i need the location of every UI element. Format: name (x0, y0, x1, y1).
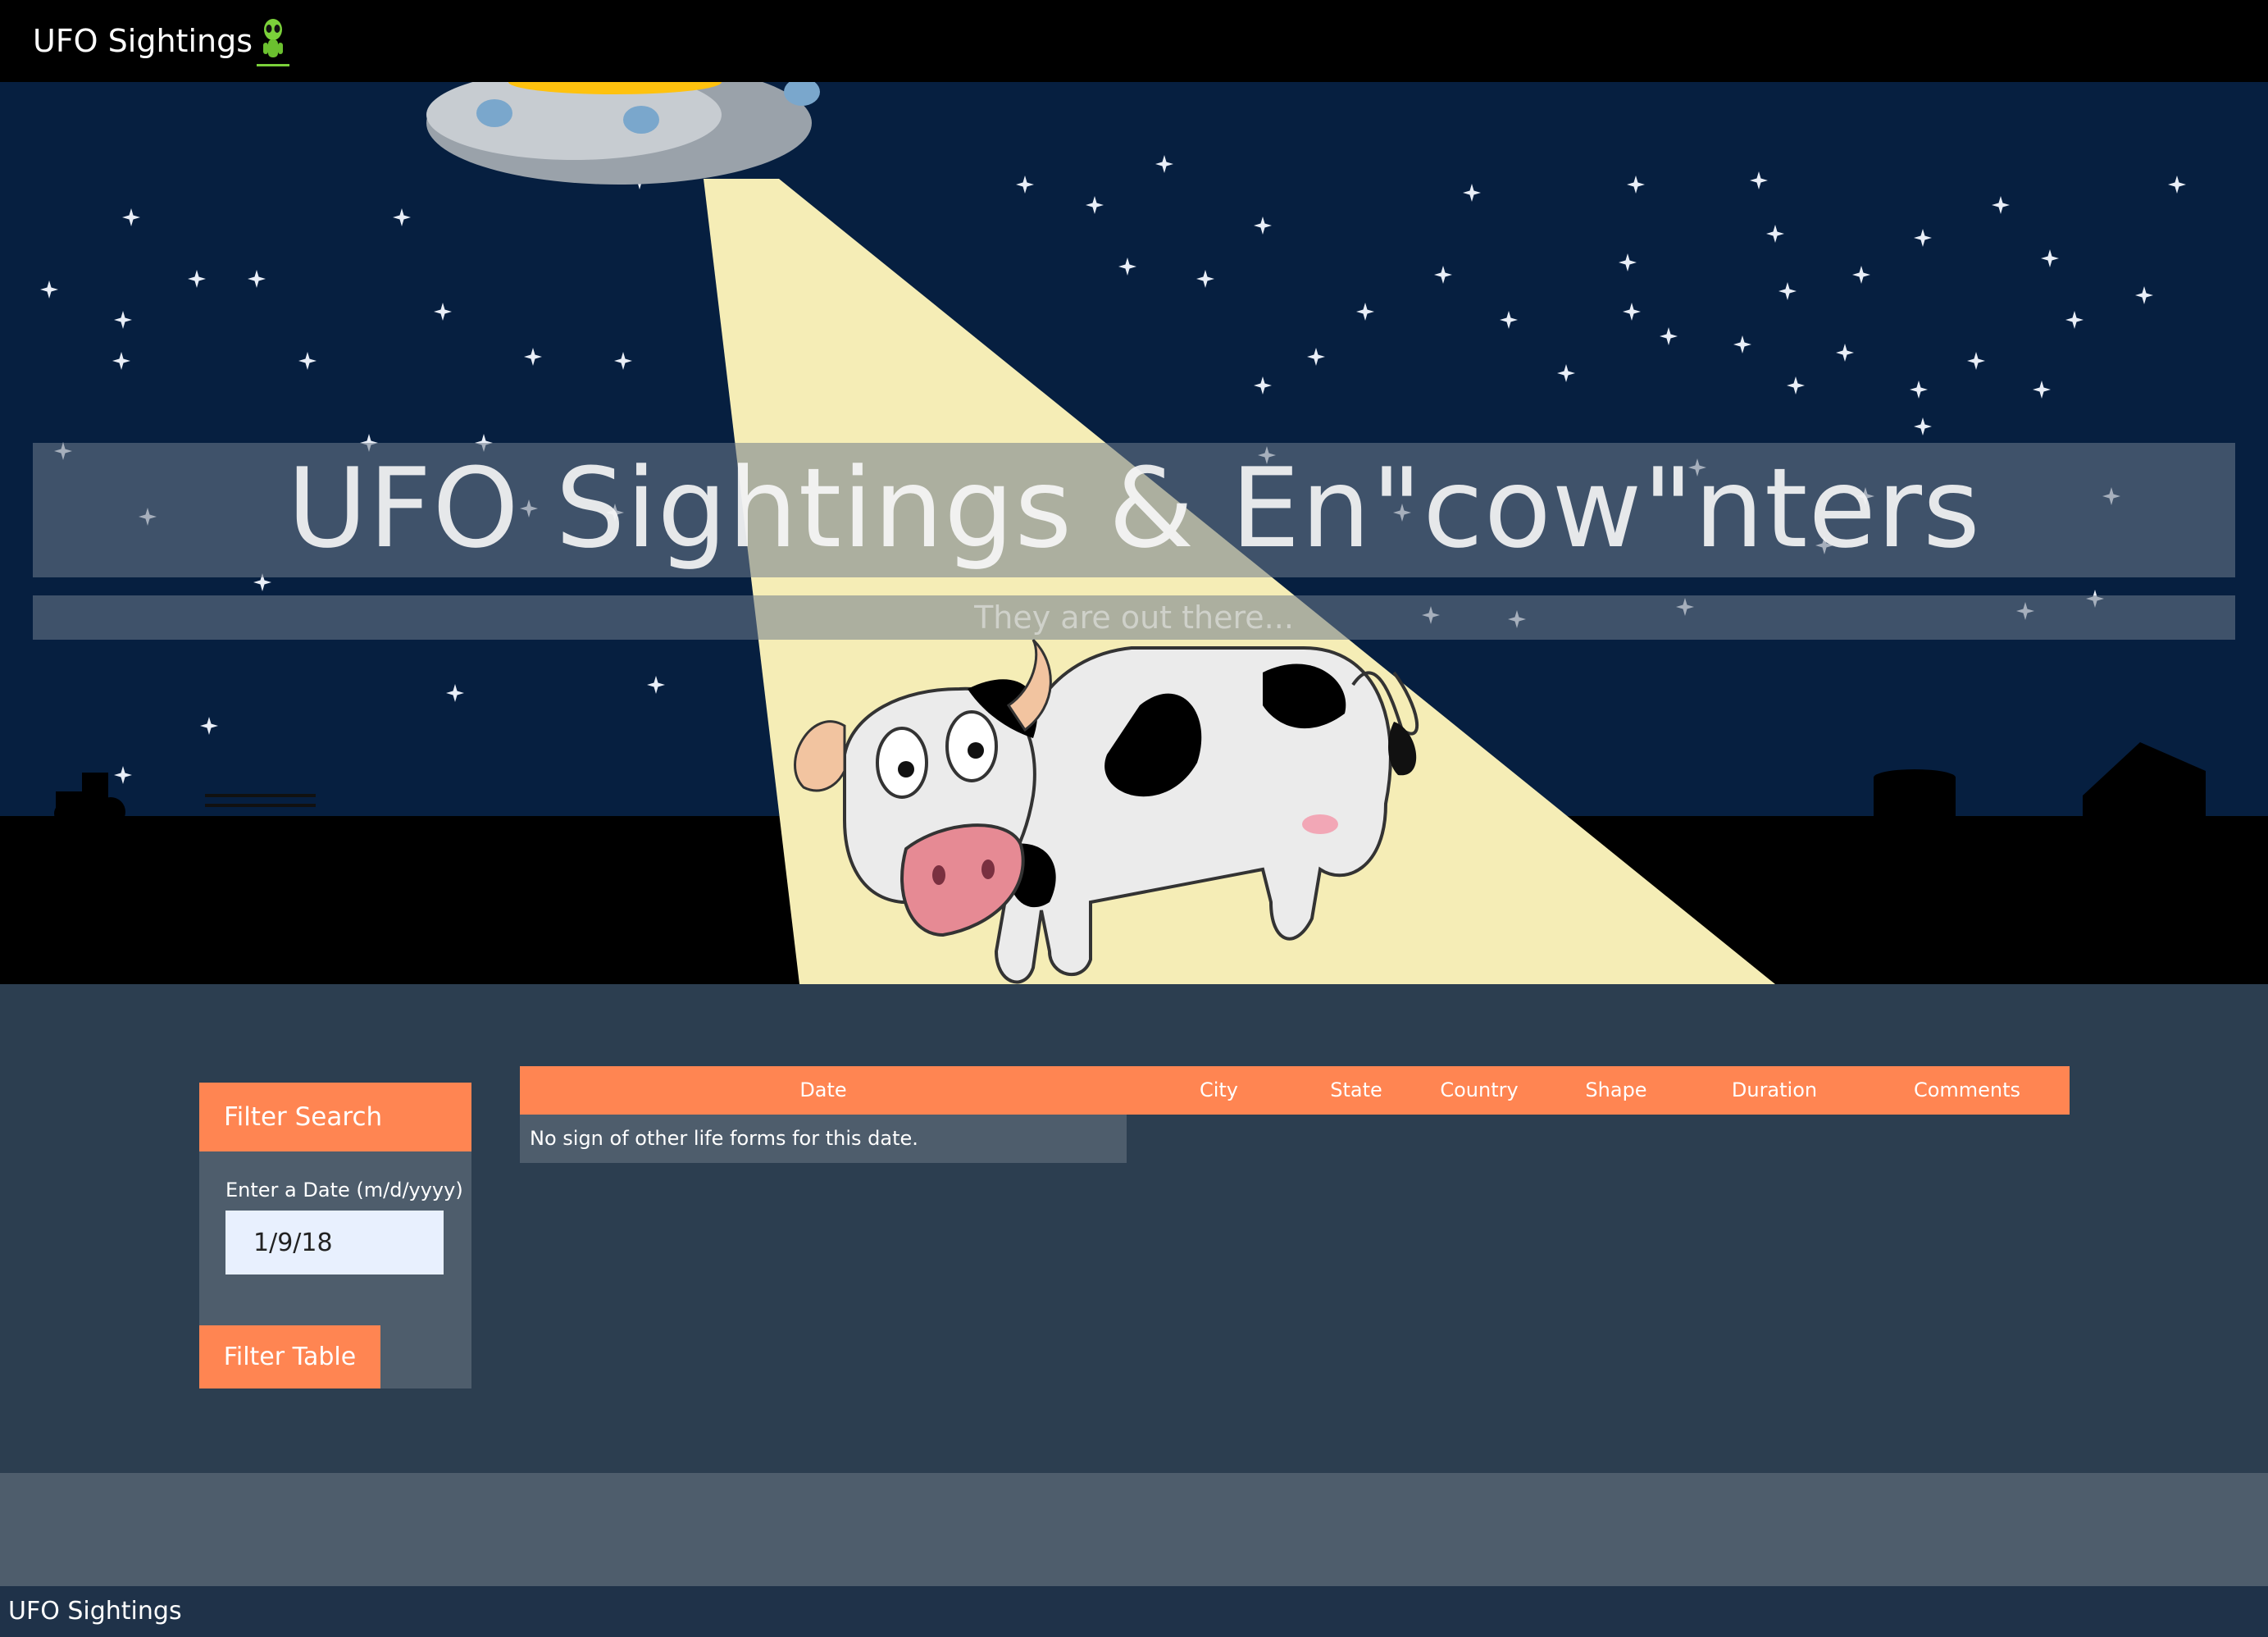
footer-band (0, 1473, 2268, 1586)
star (1836, 344, 1854, 362)
column-header-shape[interactable]: Shape (1555, 1066, 1678, 1115)
star (1254, 217, 1272, 235)
page-subtitle: They are out there... (974, 600, 1294, 636)
star (1434, 266, 1452, 284)
star (188, 270, 206, 288)
star (2065, 311, 2084, 329)
star (1086, 196, 1104, 214)
star (1557, 364, 1575, 382)
star (614, 352, 632, 370)
column-header-duration[interactable]: Duration (1688, 1066, 1860, 1115)
column-header-city[interactable]: City (1127, 1066, 1311, 1115)
column-header-date[interactable]: Date (520, 1066, 1127, 1115)
star (1016, 176, 1034, 194)
star (1910, 381, 1928, 399)
navbar: UFO Sightings (0, 0, 2268, 82)
star (393, 208, 411, 226)
filter-panel: Filter Search Enter a Date (m/d/yyyy) Fi… (199, 1083, 471, 1388)
page-title: UFO Sightings & En"cow"nters (287, 445, 1981, 572)
star (1155, 155, 1173, 173)
star (1787, 376, 1805, 394)
star (1992, 196, 2010, 214)
star (1463, 184, 1481, 202)
star (2041, 249, 2059, 267)
star (1852, 266, 1870, 284)
alien-icon[interactable] (250, 15, 296, 75)
star (647, 676, 665, 694)
star (1254, 376, 1272, 394)
star (1733, 335, 1751, 353)
star (1967, 352, 1985, 370)
star (248, 270, 266, 288)
star (1914, 417, 1932, 435)
star (2135, 286, 2153, 304)
star (1766, 225, 1784, 243)
star (2168, 176, 2186, 194)
brand-link[interactable]: UFO Sightings (33, 18, 253, 64)
empty-result-message: No sign of other life forms for this dat… (520, 1115, 1127, 1163)
star (446, 684, 464, 702)
star (1750, 171, 1768, 189)
column-header-state[interactable]: State (1287, 1066, 1426, 1115)
star (1118, 258, 1136, 276)
column-header-comments[interactable]: Comments (1877, 1066, 2057, 1115)
star (1914, 229, 1932, 247)
star (434, 303, 452, 321)
star (114, 311, 132, 329)
star (1356, 303, 1374, 321)
filter-panel-header: Filter Search (199, 1083, 471, 1151)
table-header: Date City State Country Shape Duration C… (520, 1066, 2070, 1115)
date-input[interactable] (225, 1211, 444, 1274)
star (40, 280, 58, 299)
star (1660, 327, 1678, 345)
hero-banner: UFO Sightings & En"cow"nters They are ou… (0, 82, 2268, 984)
date-label: Enter a Date (m/d/yyyy) (225, 1179, 463, 1202)
star (1307, 348, 1325, 366)
filter-table-button[interactable]: Filter Table (199, 1325, 380, 1388)
star (1500, 311, 1518, 329)
star (524, 348, 542, 366)
star (1623, 303, 1641, 321)
star (1627, 176, 1645, 194)
star (298, 352, 317, 370)
star (200, 717, 218, 735)
star (114, 766, 132, 784)
star (1778, 282, 1797, 300)
footer-bar (0, 1586, 2268, 1637)
star (1619, 253, 1637, 271)
column-header-country[interactable]: Country (1410, 1066, 1549, 1115)
star (1196, 270, 1214, 288)
star (2033, 381, 2051, 399)
star (112, 352, 130, 370)
star (122, 208, 140, 226)
footer-text: UFO Sightings (8, 1597, 182, 1626)
